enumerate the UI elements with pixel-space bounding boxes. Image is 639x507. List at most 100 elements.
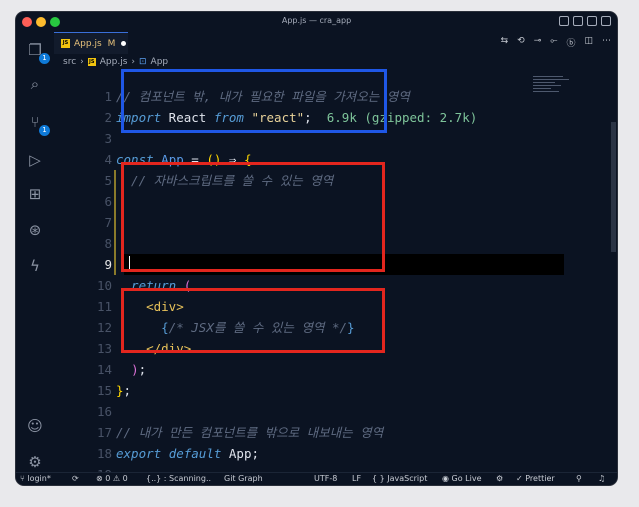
editor-actions: ⇆ ⟲ ⊸ ⟜ ⓑ ◫ ⋯ (501, 36, 611, 49)
toggle-sidebar-icon[interactable] (559, 16, 569, 26)
code-line[interactable]: 14 ); (54, 359, 617, 380)
code-text: export default App; (116, 443, 259, 464)
js-file-icon: JS (61, 39, 70, 48)
code-line[interactable]: 18 export default App; (54, 443, 617, 464)
go-live-label: Go Live (451, 474, 482, 483)
git-modified-gutter-mark (114, 233, 116, 254)
toggle-panel-icon[interactable] (573, 16, 583, 26)
line-number: 16 (96, 404, 112, 419)
line-number: 11 (96, 299, 112, 314)
extension-status-icon[interactable]: ⚙ (496, 474, 503, 483)
scanning-status[interactable]: {..} : Scanning.. (146, 474, 211, 483)
problems-status[interactable]: ⊗ 0 ⚠ 0 (96, 474, 128, 483)
tab-label: App.js (74, 38, 102, 49)
breadcrumb-file[interactable]: App.js (100, 57, 128, 67)
code-token: ; (138, 362, 147, 377)
accounts-status-icon[interactable]: ⚲ (576, 474, 582, 483)
line-number: 5 (104, 173, 112, 188)
line-number: 2 (104, 110, 112, 125)
tab-app-js[interactable]: JS App.js M (54, 32, 128, 54)
line-number: 17 (96, 425, 112, 440)
notifications-bell-icon[interactable]: ♫ (598, 474, 605, 483)
chevron-right-icon: › (131, 57, 135, 67)
git-modified-gutter-mark (114, 212, 116, 233)
git-blame-icon[interactable]: ⓑ (566, 36, 575, 49)
code-line[interactable]: 19 (54, 464, 617, 472)
error-count: 0 (105, 474, 111, 483)
eol-status[interactable]: LF (352, 474, 361, 483)
line-number: 14 (96, 362, 112, 377)
more-actions-icon[interactable]: ⋯ (602, 36, 611, 49)
code-token: ) (131, 362, 139, 377)
code-token: App; (221, 446, 260, 461)
js-file-icon: JS (87, 58, 96, 66)
code-token: ; (123, 383, 132, 398)
go-live-status[interactable]: ◉ Go Live (442, 474, 482, 483)
line-number: 15 (96, 383, 112, 398)
activity-bar: ❐ 1 ⌕ ⑂ 1 ▷ ⊞ ⊛ ϟ ☺ ⚙ (16, 32, 54, 472)
line-number: 7 (104, 215, 112, 230)
line-number: 9 (104, 257, 112, 272)
explorer-badge: 1 (39, 53, 50, 64)
prettier-label: Prettier (525, 474, 555, 483)
code-token: // 내가 만든 컴포넌트를 밖으로 내보내는 영역 (116, 425, 384, 440)
run-debug-icon[interactable]: ▷ (25, 150, 45, 170)
code-line[interactable]: 15}; (54, 380, 617, 401)
line-number: 12 (96, 320, 112, 335)
git-modified-gutter-mark (114, 191, 116, 212)
git-modified-gutter-mark (114, 254, 116, 275)
tab-modified-status: M (107, 38, 116, 49)
next-change-icon[interactable]: ⟜ (550, 36, 557, 49)
imports-area-highlight (121, 69, 387, 133)
code-token: } (116, 383, 124, 398)
branch-status[interactable]: ⑂ login* (20, 474, 51, 483)
code-line[interactable]: 17 // 내가 만든 컴포넌트를 밖으로 내보내는 영역 (54, 422, 617, 443)
git-graph-icon[interactable]: ⊛ (25, 220, 45, 240)
explorer-icon[interactable]: ❐ 1 (25, 40, 50, 64)
search-icon[interactable]: ⌕ (25, 74, 45, 94)
line-number: 19 (54, 464, 112, 472)
prettier-status[interactable]: ✓ Prettier (516, 474, 555, 483)
line-number: 18 (96, 446, 112, 461)
customize-layout-icon[interactable] (601, 16, 611, 26)
breadcrumb: src › JS App.js › ⊡ App (54, 54, 617, 70)
code-token: export (116, 446, 162, 461)
go-back-icon[interactable]: ⟲ (517, 36, 525, 49)
account-icon[interactable]: ☺ (25, 416, 45, 436)
line-number: 6 (104, 194, 112, 209)
line-number: 4 (104, 152, 112, 167)
settings-gear-icon[interactable]: ⚙ (25, 452, 45, 472)
thunder-client-icon[interactable]: ϟ (25, 256, 45, 276)
scm-badge: 1 (39, 125, 50, 136)
code-line[interactable]: 16 (54, 401, 617, 422)
source-control-icon[interactable]: ⑂ 1 (25, 112, 50, 136)
previous-change-icon[interactable]: ⊸ (534, 36, 542, 49)
toggle-secondary-sidebar-icon[interactable] (587, 16, 597, 26)
line-number: 1 (104, 89, 112, 104)
code-token: default (168, 446, 222, 461)
layout-controls (559, 16, 611, 26)
line-number: 3 (104, 131, 112, 146)
chevron-right-icon: › (80, 57, 84, 67)
code-text: ); (116, 359, 146, 380)
breadcrumb-folder[interactable]: src (63, 57, 76, 67)
git-graph-status[interactable]: Git Graph (224, 474, 263, 483)
sync-icon[interactable]: ⟳ (72, 474, 79, 483)
split-editor-icon[interactable]: ◫ (584, 36, 593, 49)
symbol-method-icon: ⊡ (139, 57, 147, 67)
branch-name: login* (27, 474, 51, 483)
extensions-icon[interactable]: ⊞ (25, 184, 45, 204)
line-number: 8 (104, 236, 112, 251)
code-text: }; (116, 380, 131, 401)
title-bar: App.js — cra_app (16, 12, 617, 33)
unsaved-dot-icon[interactable] (121, 41, 127, 46)
window-title: App.js — cra_app (281, 16, 352, 25)
encoding-status[interactable]: UTF-8 (314, 474, 337, 483)
compare-changes-icon[interactable]: ⇆ (501, 36, 509, 49)
language-status[interactable]: { } JavaScript (372, 474, 427, 483)
line-number: 13 (96, 341, 112, 356)
status-bar: ⑂ login* ⟳ ⊗ 0 ⚠ 0 {..} : Scanning.. Git… (16, 472, 617, 485)
breadcrumb-symbol[interactable]: App (151, 57, 169, 67)
